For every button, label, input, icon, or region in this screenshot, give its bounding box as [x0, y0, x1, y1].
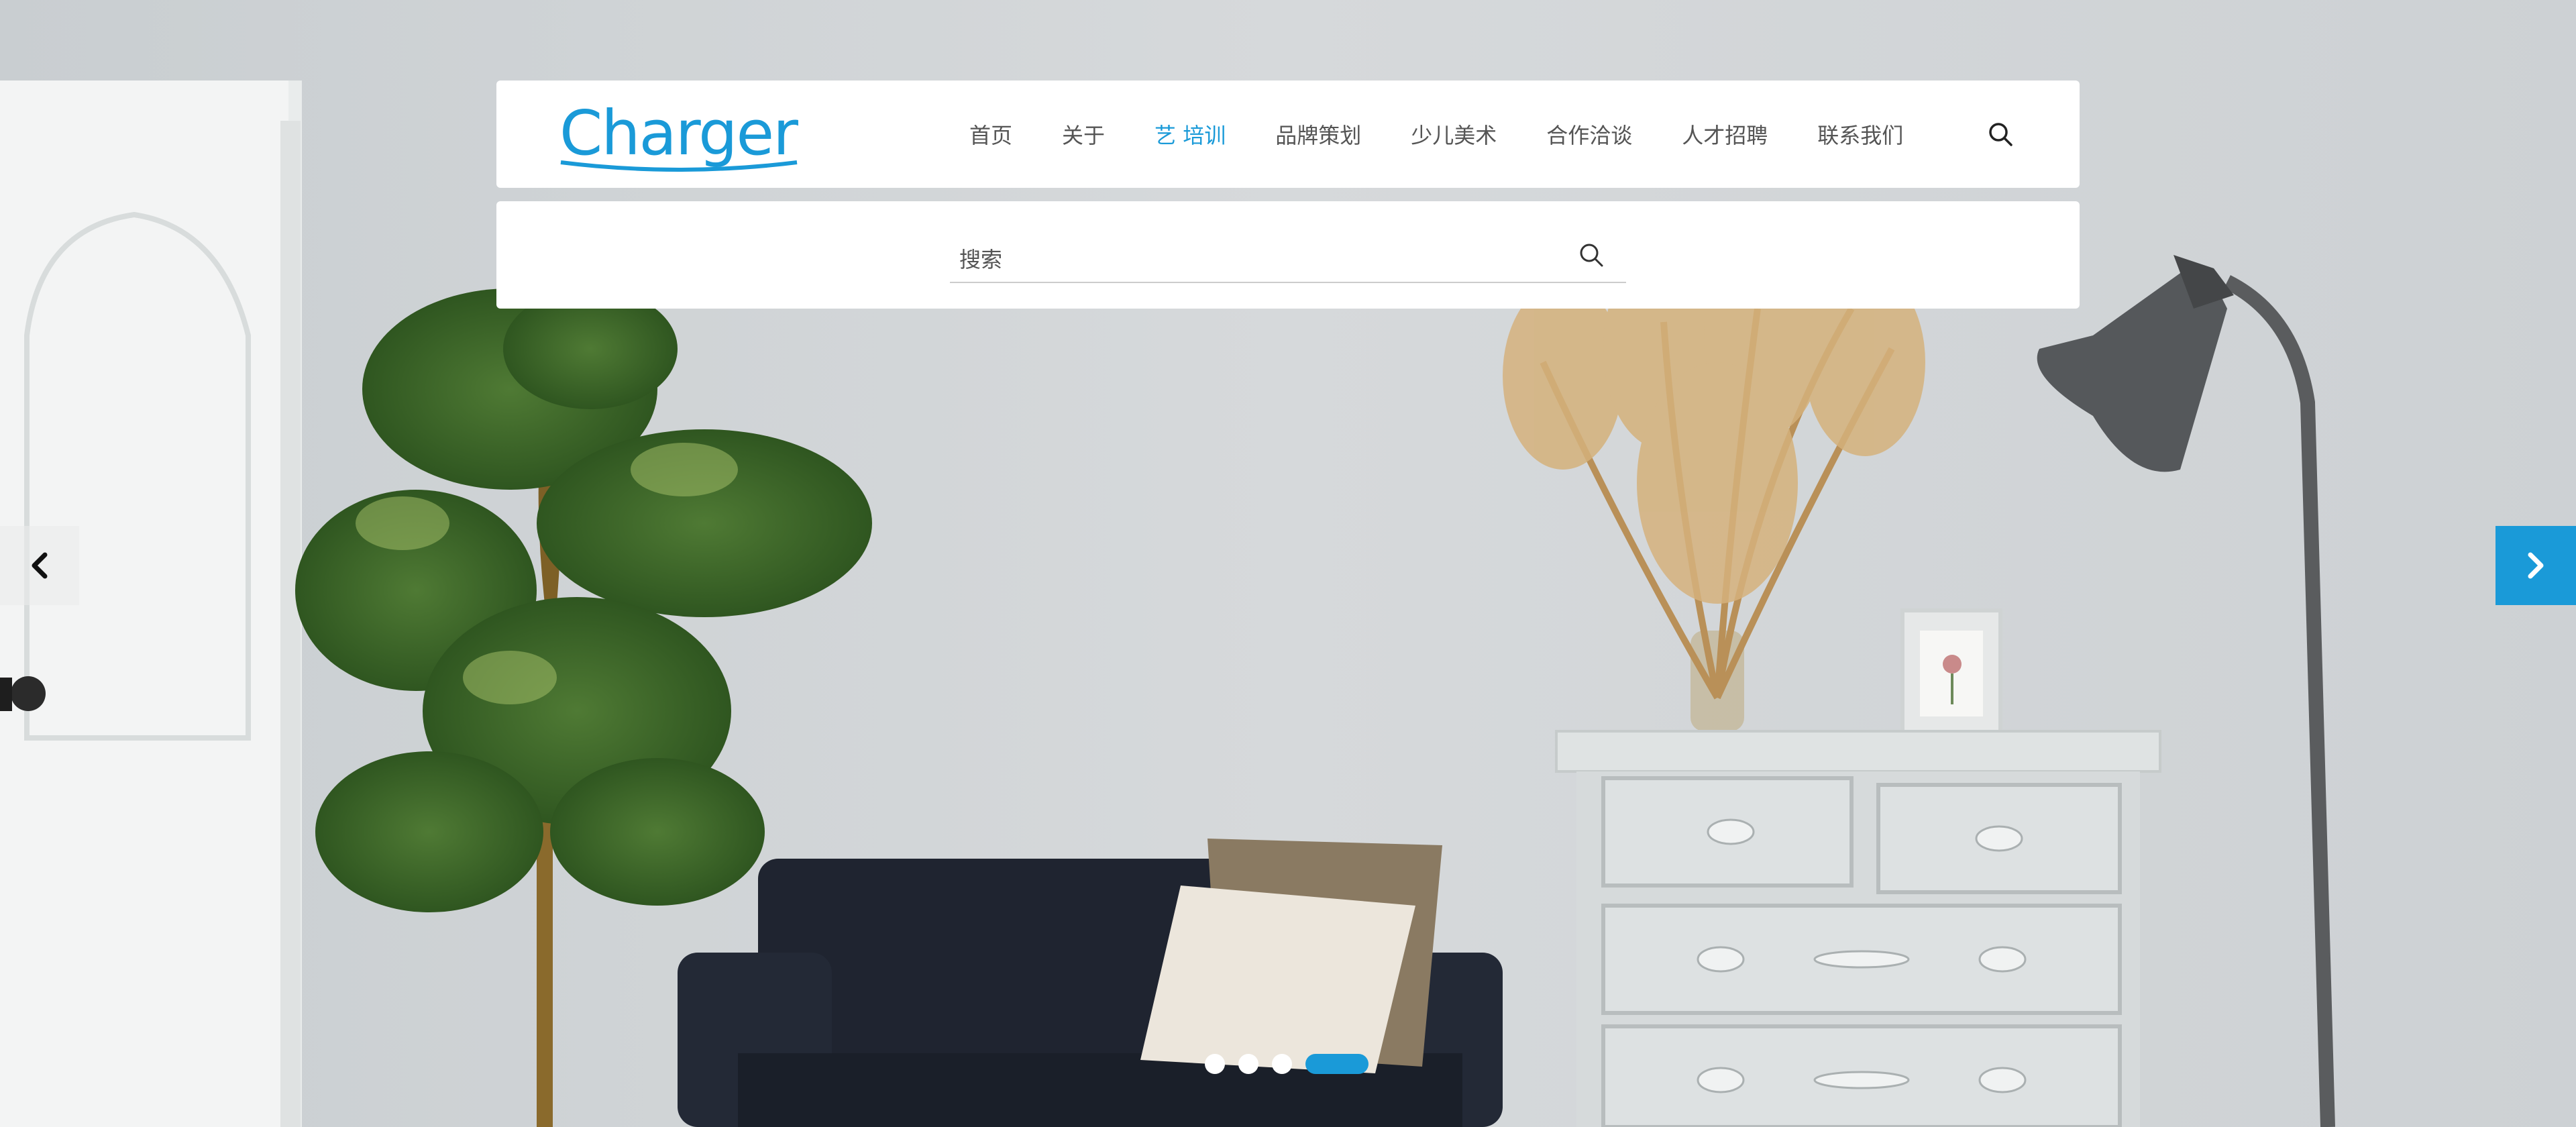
search-panel	[496, 201, 2080, 309]
chevron-left-icon	[32, 552, 48, 579]
main-navigation: 首页 关于 艺 培训 品牌策划 少儿美术 合作洽谈 人才招聘 联系我们	[969, 80, 1953, 188]
slider-dot-1[interactable]	[1205, 1054, 1225, 1074]
site-header: Charger 首页 关于 艺 培训 品牌策划 少儿美术 合作洽谈 人才招聘 联…	[496, 80, 2080, 188]
logo-underline-swoosh	[560, 160, 798, 172]
search-input[interactable]	[958, 241, 1564, 278]
slider-dot-4-active[interactable]	[1305, 1054, 1368, 1074]
search-submit-icon[interactable]	[1576, 240, 1606, 270]
chevron-right-icon	[2528, 552, 2544, 579]
nav-item-about[interactable]: 关于	[1062, 119, 1105, 150]
slider-dot-2[interactable]	[1238, 1054, 1258, 1074]
search-icon[interactable]	[1986, 119, 2015, 149]
search-field-wrapper	[950, 236, 1626, 283]
nav-item-kids-art[interactable]: 少儿美术	[1411, 119, 1497, 150]
nav-item-contact[interactable]: 联系我们	[1817, 119, 1903, 150]
slider-prev-button[interactable]	[0, 526, 79, 605]
slider-dot-3[interactable]	[1272, 1054, 1292, 1074]
slider-pagination	[1205, 1053, 1368, 1075]
nav-item-home[interactable]: 首页	[969, 119, 1012, 150]
slider-next-button[interactable]	[2496, 526, 2576, 605]
nav-item-cooperation[interactable]: 合作洽谈	[1546, 119, 1632, 150]
nav-item-brand-planning[interactable]: 品牌策划	[1275, 119, 1361, 150]
nav-item-art-training[interactable]: 艺 培训	[1155, 119, 1226, 150]
nav-item-recruitment[interactable]: 人才招聘	[1682, 119, 1768, 150]
